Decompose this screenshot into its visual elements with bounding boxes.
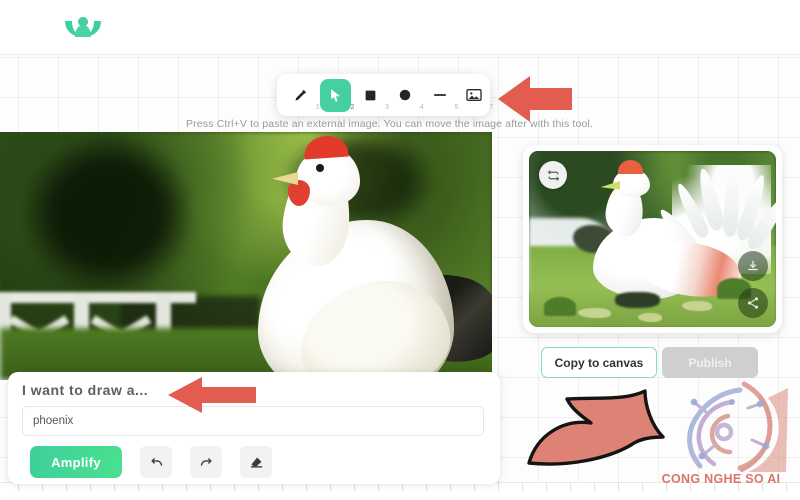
- tool-line[interactable]: 5: [424, 79, 458, 112]
- ruler-tick: [546, 483, 547, 491]
- drawing-toolbar[interactable]: 1 2 3 4 5 7: [277, 74, 494, 116]
- ruler-tick: [762, 483, 763, 491]
- copy-to-canvas-button[interactable]: Copy to canvas: [541, 347, 657, 378]
- tool-image[interactable]: 7: [458, 79, 494, 112]
- redo-arrow-icon: [200, 457, 212, 466]
- result-leaf: [578, 307, 611, 319]
- result-leaf: [637, 312, 663, 322]
- ruler-tick: [594, 483, 595, 491]
- app-header: [0, 0, 800, 55]
- undo-arrow-icon: [150, 457, 162, 466]
- ruler-tick: [426, 483, 427, 491]
- image-icon: [466, 89, 482, 101]
- tool-pencil[interactable]: 1: [285, 79, 320, 112]
- publish-button[interactable]: Publish: [662, 347, 758, 378]
- ruler-tick: [210, 483, 211, 491]
- ruler-tick: [498, 483, 499, 491]
- prompt-label: I want to draw a...: [22, 382, 149, 398]
- ruler-tick: [18, 483, 19, 491]
- ruler-tick: [378, 483, 379, 491]
- ruler-tick: [258, 483, 259, 491]
- ruler-tick: [522, 483, 523, 491]
- generated-image[interactable]: [529, 151, 776, 327]
- ruler-tick: [42, 483, 43, 491]
- ruler-tick: [282, 483, 283, 491]
- tool-ellipse[interactable]: 4: [389, 79, 424, 112]
- result-grass-tuft: [543, 297, 576, 317]
- line-icon: [433, 94, 446, 96]
- chicken-eye: [316, 164, 324, 172]
- circle-icon: [399, 89, 411, 101]
- ruler-tick: [90, 483, 91, 491]
- download-icon[interactable]: [738, 251, 768, 281]
- redo-button[interactable]: [190, 446, 222, 478]
- tool-select[interactable]: 2: [319, 78, 354, 112]
- ruler-tick: [690, 483, 691, 491]
- ruler-tick: [162, 483, 163, 491]
- ruler-tick: [786, 483, 787, 491]
- eraser-icon: [250, 457, 262, 468]
- ruler-tick: [714, 483, 715, 491]
- generated-result-card: [523, 145, 782, 333]
- ruler-tick: [450, 483, 451, 491]
- ruler-tick: [66, 483, 67, 491]
- pencil-icon: [295, 89, 307, 100]
- erase-button[interactable]: [240, 446, 272, 478]
- leaf-butterfly-logo-icon[interactable]: [63, 13, 103, 43]
- ruler-tick: [738, 483, 739, 491]
- left-arrow-annotation-prompt: [168, 377, 256, 413]
- ruler-tick: [114, 483, 115, 491]
- left-arrow-annotation-toolbar: [498, 76, 572, 122]
- ruler-tick: [138, 483, 139, 491]
- square-icon: [365, 90, 376, 100]
- ruler-tick: [618, 483, 619, 491]
- ruler-tick: [186, 483, 187, 491]
- ruler-tick: [474, 483, 475, 491]
- canvas-ruler: [0, 482, 800, 500]
- tool-shortcut: 7: [489, 103, 494, 111]
- ruler-tick: [402, 483, 403, 491]
- ruler-tick: [570, 483, 571, 491]
- curved-up-right-arrow-annotation: [527, 389, 665, 466]
- ruler-tick: [354, 483, 355, 491]
- share-icon[interactable]: [738, 288, 768, 318]
- amplify-button[interactable]: Amplify: [30, 446, 122, 478]
- ruler-tick: [330, 483, 331, 491]
- ruler-tick: [306, 483, 307, 491]
- ruler-tick: [234, 483, 235, 491]
- ruler-tick: [642, 483, 643, 491]
- photo-shadow-left: [24, 136, 192, 291]
- tool-rectangle[interactable]: 3: [354, 79, 389, 112]
- result-leaf: [682, 300, 712, 312]
- refresh-icon[interactable]: [539, 161, 567, 189]
- phoenix-legs: [615, 291, 660, 308]
- undo-button[interactable]: [140, 446, 172, 478]
- cursor-icon: [331, 88, 340, 102]
- ruler-tick: [666, 483, 667, 491]
- canvas-pasted-image[interactable]: [0, 132, 492, 380]
